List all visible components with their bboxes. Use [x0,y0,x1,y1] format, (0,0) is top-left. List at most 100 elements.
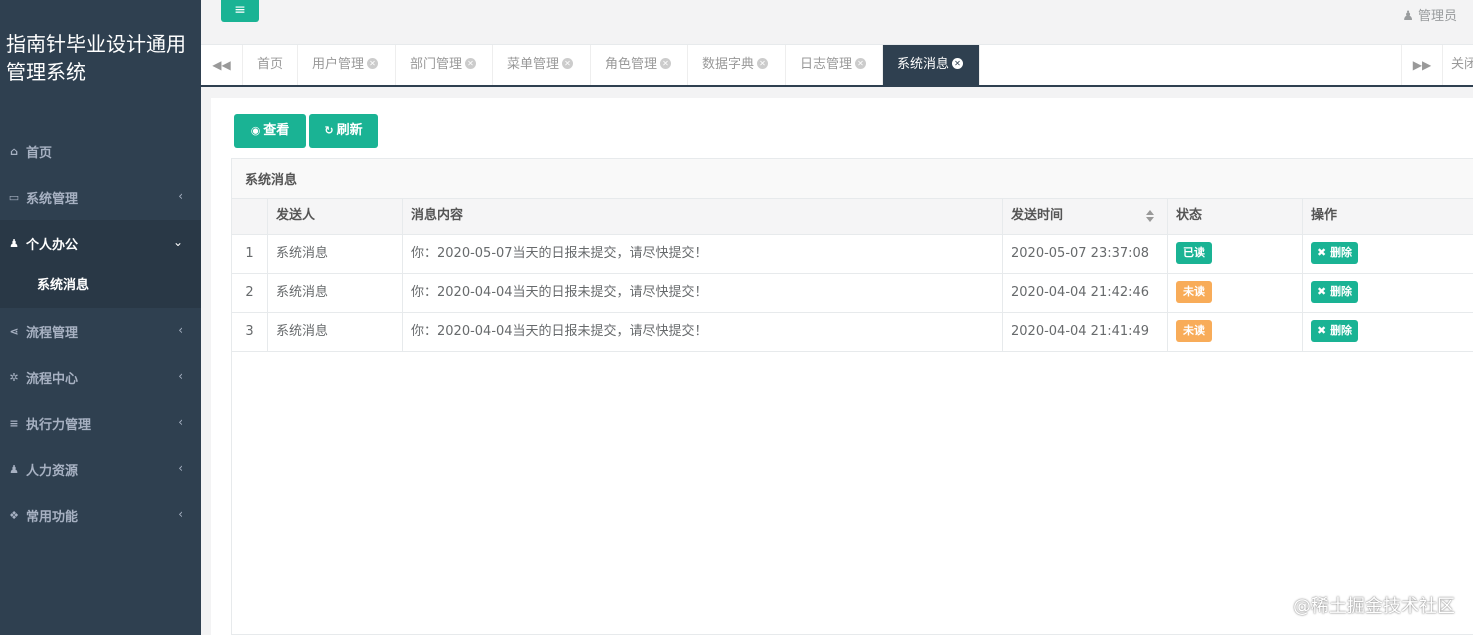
tab-menus[interactable]: 菜单管理 ✕ [493,45,591,85]
chevron-left-icon: ‹ [178,369,183,383]
sidebar-item-label: 首页 [26,145,53,161]
col-content[interactable]: 消息内容 [403,199,1003,234]
row-sender: 系统消息 [268,235,403,273]
refresh-button-label: 刷新 [336,123,363,138]
close-icon[interactable]: ✕ [660,58,672,69]
sidebar-item-label: 执行力管理 [26,417,92,433]
user-icon: ♟ [9,236,19,250]
tab-roles[interactable]: 角色管理 ✕ [591,45,688,85]
delete-button[interactable]: ✖ 删除 [1311,280,1359,303]
row-content: 你：2020-04-04当天的日报未提交，请尽快提交！ [403,313,1003,351]
row-index: 3 [232,313,268,351]
tab-close-menu[interactable]: 关闭 [1451,45,1473,85]
status-badge: 已读 [1176,241,1212,264]
user-icon: ♟ [1402,9,1414,24]
share-icon: ⋖ [9,324,19,338]
sidebar-item-process[interactable]: ⋖ 流程管理 ‹ [0,308,201,354]
bars-icon: ≡ [234,2,246,18]
tab-messages[interactable]: 系统消息 ✕ [883,45,980,85]
tab-logs[interactable]: 日志管理 ✕ [786,45,883,85]
user-menu[interactable]: ♟ 管理员 [1402,5,1457,24]
close-icon[interactable]: ✕ [855,58,867,69]
times-icon: ✖ [1317,245,1327,259]
row-actions: ✖ 删除 [1303,313,1473,351]
row-status: 已读 [1168,235,1303,273]
delete-label: 删除 [1330,284,1353,298]
main-content: ◉ 查看 ↻ 刷新 系统消息 发送人 消息内容 发送时间 状态 操作 1 系统消… [211,98,1473,635]
delete-button[interactable]: ✖ 删除 [1311,319,1359,342]
forward-icon: ▶▶ [1412,58,1432,72]
status-badge: 未读 [1176,280,1212,303]
tab-users[interactable]: 用户管理 ✕ [298,45,396,85]
tab-label: 角色管理 [605,57,658,72]
backward-icon: ◀◀ [212,58,231,72]
refresh-button[interactable]: ↻ 刷新 [309,114,378,148]
tab-scroll-left-button[interactable]: ◀◀ [201,45,243,85]
col-sender[interactable]: 发送人 [268,199,403,234]
tab-departments[interactable]: 部门管理 ✕ [396,45,493,85]
sidebar-item-process-center[interactable]: ✲ 流程中心 ‹ [0,354,201,400]
sidebar-item-label: 流程中心 [26,371,79,387]
user-plus-icon: ♟ [9,462,19,476]
sidebar-item-execution[interactable]: ≡ 执行力管理 ‹ [0,400,201,446]
close-icon[interactable]: ✕ [757,58,769,69]
row-time: 2020-04-04 21:41:49 [1003,313,1168,351]
table-row[interactable]: 1 系统消息 你：2020-05-07当天的日报未提交，请尽快提交！ 2020-… [232,235,1473,274]
menu-toggle-button[interactable]: ≡ [221,0,259,22]
close-icon[interactable]: ✕ [952,58,964,69]
close-icon[interactable]: ✕ [367,58,379,69]
sidebar-item-home[interactable]: ⌂ 首页 [0,128,201,174]
close-icon[interactable]: ✕ [465,58,477,69]
sidebar-subitem-messages[interactable]: 系统消息 [37,274,89,293]
times-icon: ✖ [1317,284,1327,298]
row-status: 未读 [1168,313,1303,351]
row-index: 1 [232,235,268,273]
tab-label: 数据字典 [702,57,755,72]
row-time: 2020-05-07 23:37:08 [1003,235,1168,273]
chevron-left-icon: ‹ [178,507,183,521]
sort-icon[interactable] [1145,209,1155,223]
view-button-label: 查看 [263,123,290,138]
row-status: 未读 [1168,274,1303,312]
tab-scroll-right-button[interactable]: ▶▶ [1401,45,1443,85]
tab-label: 系统消息 [897,57,950,72]
sidebar-item-common[interactable]: ❖ 常用功能 ‹ [0,492,201,538]
row-index: 2 [232,274,268,312]
tab-dictionary[interactable]: 数据字典 ✕ [688,45,786,85]
sidebar-item-office[interactable]: ♟ 个人办公 ⌄ [0,220,201,266]
tab-label: 部门管理 [410,57,463,72]
table-row[interactable]: 2 系统消息 你：2020-04-04当天的日报未提交，请尽快提交！ 2020-… [232,274,1473,313]
eye-icon: ◉ [250,124,261,137]
delete-label: 删除 [1330,245,1353,259]
row-sender: 系统消息 [268,274,403,312]
table-row[interactable]: 3 系统消息 你：2020-04-04当天的日报未提交，请尽快提交！ 2020-… [232,313,1473,352]
chevron-left-icon: ‹ [178,415,183,429]
col-status[interactable]: 状态 [1168,199,1303,234]
delete-label: 删除 [1330,323,1353,337]
col-actions: 操作 [1311,208,1338,223]
col-time[interactable]: 发送时间 [1003,199,1168,234]
tab-bar: ◀◀ 首页 用户管理 ✕ 部门管理 ✕ 菜单管理 ✕ 角色管理 ✕ 数据字典 ✕ 日志管理… [201,45,1473,87]
gear-icon: ✲ [9,370,19,384]
sidebar-item-label: 流程管理 [26,325,79,341]
row-content: 你：2020-05-07当天的日报未提交，请尽快提交！ [403,235,1003,273]
messages-panel: 系统消息 发送人 消息内容 发送时间 状态 操作 1 系统消息 你：2020-0… [231,158,1473,635]
home-icon: ⌂ [10,144,18,158]
sidebar-item-label: 常用功能 [26,509,79,525]
tab-home[interactable]: 首页 [243,45,298,85]
delete-button[interactable]: ✖ 删除 [1311,241,1359,264]
sidebar-item-label: 个人办公 [26,237,79,253]
sidebar-item-hr[interactable]: ♟ 人力资源 ‹ [0,446,201,492]
tab-label: 日志管理 [800,57,853,72]
chevron-down-icon: ⌄ [172,235,183,249]
cubes-icon: ❖ [9,508,19,522]
close-icon[interactable]: ✕ [562,58,574,69]
desktop-icon: ▭ [8,190,20,204]
top-navbar: ≡ ♟ 管理员 [201,0,1473,45]
tab-label: 菜单管理 [507,57,560,72]
sidebar-item-system[interactable]: ▭ 系统管理 ‹ [0,174,201,220]
row-actions: ✖ 删除 [1303,235,1473,273]
tab-label: 首页 [257,57,284,72]
row-sender: 系统消息 [268,313,403,351]
view-button[interactable]: ◉ 查看 [234,114,306,148]
